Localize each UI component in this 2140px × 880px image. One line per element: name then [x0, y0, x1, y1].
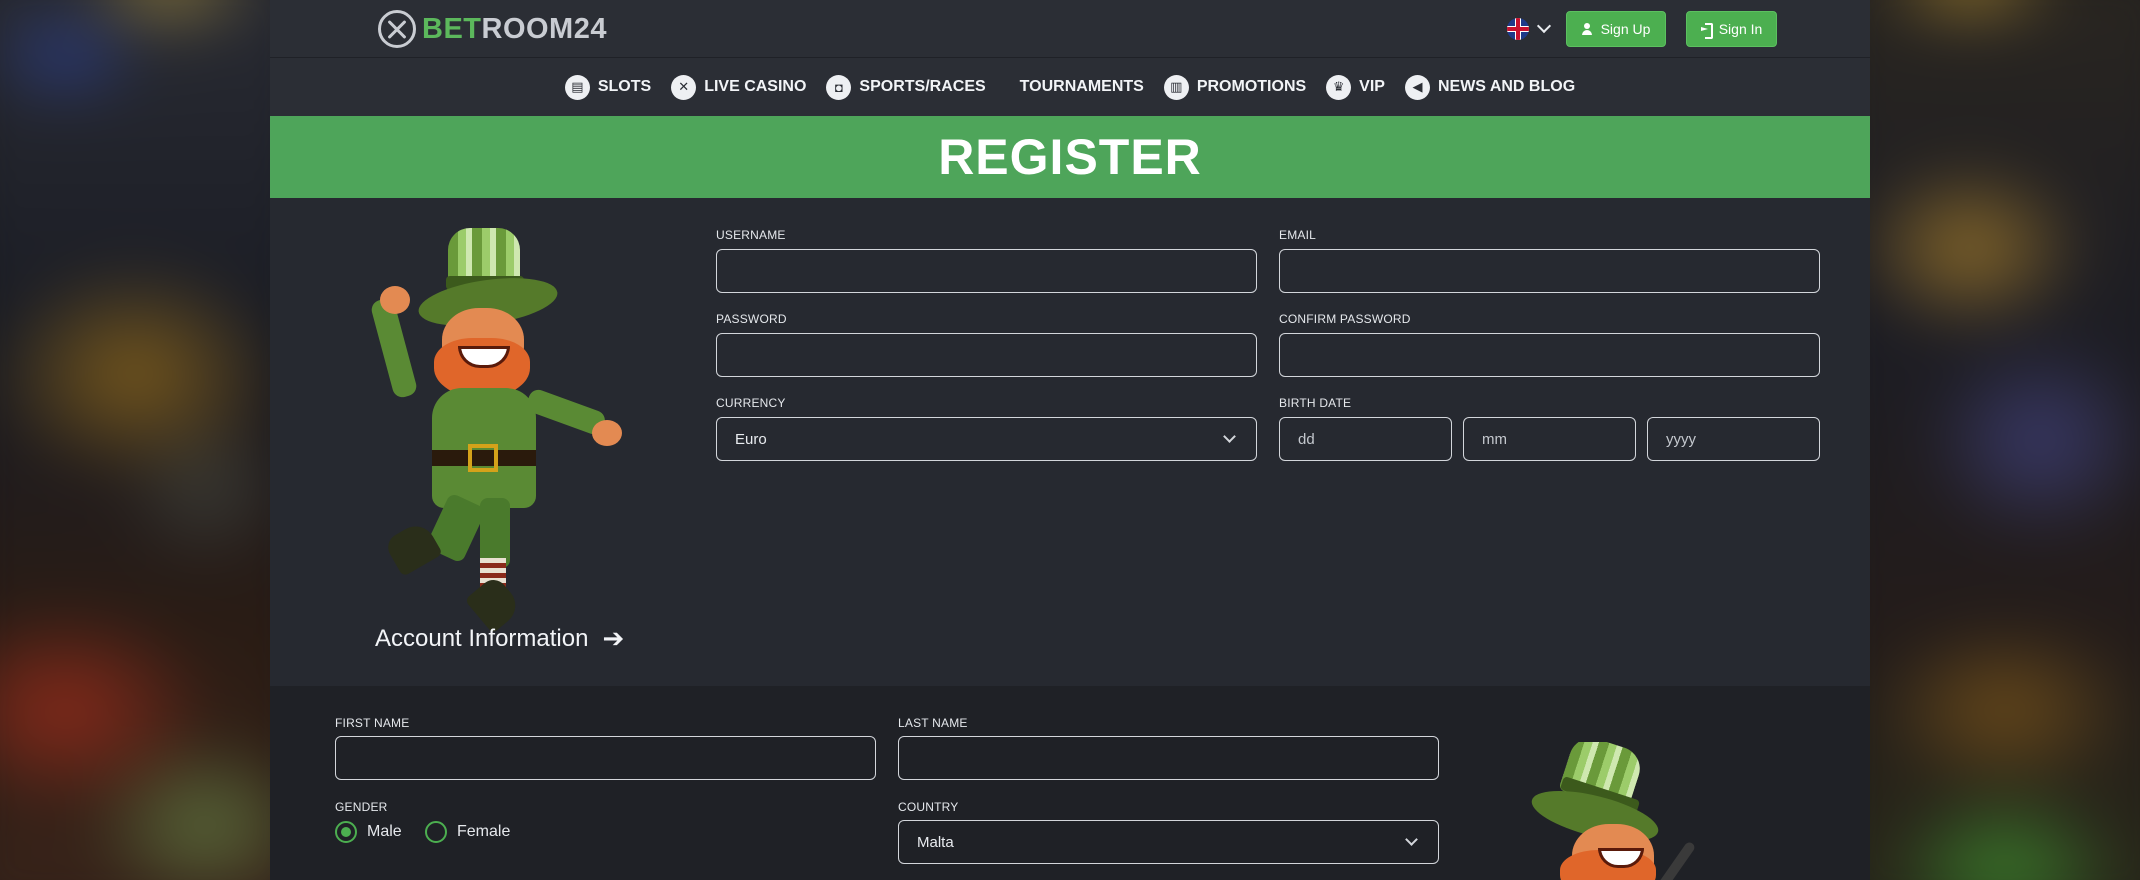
nav-label: NEWS AND BLOG: [1437, 78, 1576, 95]
last-name-input[interactable]: [898, 736, 1439, 780]
country-label: COUNTRY: [898, 800, 959, 814]
blurred-background-right: [1870, 0, 2140, 880]
email-label: EMAIL: [1279, 228, 1317, 242]
first-name-label: FIRST NAME: [335, 716, 410, 730]
birth-year-input[interactable]: yyyy: [1647, 417, 1820, 461]
country-value: Malta: [917, 833, 954, 851]
nav-item-live-casino[interactable]: ✕ LIVE CASINO: [661, 74, 816, 100]
main-nav: ▤ SLOTS ✕ LIVE CASINO ◘ SPORTS/RACES TOU…: [270, 58, 1870, 116]
leprechaun-illustration: [1510, 742, 1730, 880]
uk-flag-icon: [1507, 18, 1529, 40]
vr-headset-icon: ◘: [826, 74, 852, 100]
country-select[interactable]: Malta: [898, 820, 1439, 864]
username-label: USERNAME: [716, 228, 786, 242]
blurred-background-left: [0, 0, 270, 880]
sign-in-icon: [1700, 23, 1713, 39]
logo-text: BETROOM24: [422, 12, 607, 45]
email-input[interactable]: [1279, 249, 1820, 293]
sign-up-button[interactable]: Sign Up: [1566, 11, 1666, 47]
gender-label: GENDER: [335, 800, 388, 814]
radio-selected-icon: [335, 821, 357, 843]
password-label: PASSWORD: [716, 312, 787, 326]
confirm-password-input[interactable]: [1279, 333, 1820, 377]
nav-label: LIVE CASINO: [704, 78, 807, 95]
nav-item-sports-races[interactable]: ◘ SPORTS/RACES: [816, 74, 995, 100]
nav-label: SPORTS/RACES: [859, 78, 986, 95]
nav-item-news-and-blog[interactable]: ◀ NEWS AND BLOG: [1395, 74, 1585, 100]
confirm-password-label: CONFIRM PASSWORD: [1279, 312, 1411, 326]
username-input[interactable]: [716, 249, 1257, 293]
nav-item-slots[interactable]: ▤ SLOTS: [555, 74, 661, 100]
gender-male-option[interactable]: Male: [335, 821, 402, 843]
account-information-section: Account Information ➔ USERNAME EMAIL PAS…: [270, 198, 1870, 686]
megaphone-icon: ◀: [1404, 74, 1430, 100]
sign-in-button[interactable]: Sign In: [1686, 11, 1777, 47]
account-information-link[interactable]: Account Information ➔: [375, 623, 624, 654]
arrow-right-icon: ➔: [602, 623, 625, 653]
nav-label: VIP: [1359, 78, 1385, 95]
chevron-down-icon: [1405, 833, 1418, 846]
day-placeholder: dd: [1298, 430, 1315, 448]
first-name-input[interactable]: [335, 736, 876, 780]
chevron-down-icon: [1223, 430, 1236, 443]
gender-female-label: Female: [457, 823, 511, 840]
language-selector[interactable]: [1507, 18, 1552, 40]
logo-roulette-icon: [378, 10, 416, 48]
gender-male-label: Male: [367, 823, 402, 840]
currency-label: CURRENCY: [716, 396, 786, 410]
top-bar: BETROOM24 Sign Up Sign In: [270, 0, 1870, 58]
birth-day-input[interactable]: dd: [1279, 417, 1452, 461]
nav-label: TOURNAMENTS: [1019, 78, 1144, 95]
leprechaun-illustration: [369, 228, 622, 634]
currency-select[interactable]: Euro: [716, 417, 1257, 461]
birth-month-input[interactable]: mm: [1463, 417, 1636, 461]
sign-in-label: Sign In: [1718, 21, 1763, 37]
account-information-label: Account Information: [375, 624, 589, 652]
gender-female-option[interactable]: Female: [425, 821, 510, 843]
nav-label: SLOTS: [597, 78, 652, 95]
chevron-down-icon: [1536, 18, 1552, 34]
currency-value: Euro: [735, 430, 767, 448]
sign-up-label: Sign Up: [1600, 21, 1651, 37]
nav-item-tournaments[interactable]: TOURNAMENTS: [1010, 78, 1154, 96]
logo[interactable]: BETROOM24: [378, 10, 607, 48]
nav-label: PROMOTIONS: [1196, 78, 1307, 95]
crown-icon: ♛: [1326, 74, 1352, 100]
slots-icon: ▤: [564, 74, 590, 100]
month-placeholder: mm: [1482, 430, 1507, 448]
nav-item-vip[interactable]: ♛ VIP: [1316, 74, 1395, 100]
register-page: BETROOM24 Sign Up Sign In ▤ SLOTS ✕ LIVE…: [270, 0, 1870, 880]
personal-information-section: FIRST NAME LAST NAME GENDER Male Female …: [270, 686, 1870, 880]
nav-item-promotions[interactable]: ▥ PROMOTIONS: [1154, 74, 1316, 100]
last-name-label: LAST NAME: [898, 716, 968, 730]
user-plus-icon: [1581, 23, 1595, 35]
year-placeholder: yyyy: [1666, 430, 1696, 448]
password-input[interactable]: [716, 333, 1257, 377]
radio-unselected-icon: [425, 821, 447, 843]
gift-icon: ▥: [1163, 74, 1189, 100]
page-title: REGISTER: [270, 116, 1870, 198]
roulette-icon: ✕: [671, 74, 697, 100]
birth-date-label: BIRTH DATE: [1279, 396, 1352, 410]
